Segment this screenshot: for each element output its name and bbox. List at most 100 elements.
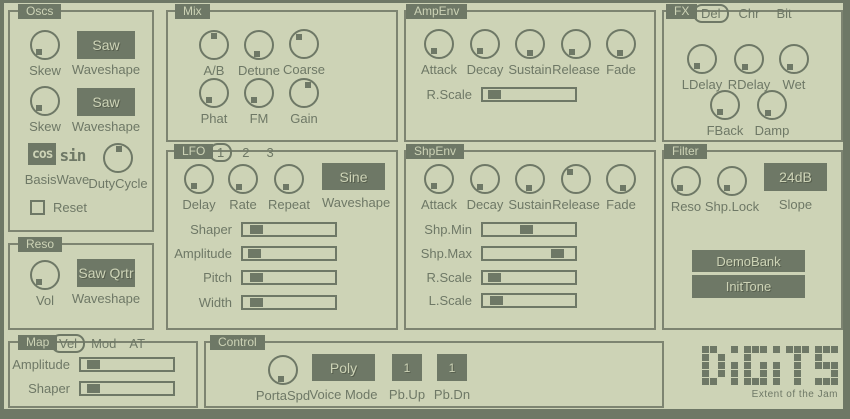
shp-lock-knob[interactable] (717, 166, 747, 196)
osc2-waveshape-button[interactable]: Saw (77, 88, 135, 116)
r-scale-slider[interactable] (481, 87, 577, 102)
knob-label: Attack (421, 197, 457, 212)
wet-knob[interactable] (779, 44, 809, 74)
knob-indicator (620, 185, 626, 191)
sustain-knob[interactable] (515, 164, 545, 194)
vol-knob[interactable] (30, 260, 60, 290)
release-knob[interactable] (561, 29, 591, 59)
shp-min-slider[interactable] (481, 222, 577, 237)
ldelay-knob[interactable] (687, 44, 717, 74)
shaper-slider[interactable] (241, 222, 337, 237)
a-b-knob[interactable] (199, 30, 229, 60)
tab-1[interactable]: 1 (209, 143, 232, 162)
tab-3[interactable]: 3 (264, 145, 275, 160)
attack-knob[interactable] (424, 29, 454, 59)
demobank-button[interactable]: DemoBank (692, 250, 805, 272)
knob-label: Decay (467, 62, 504, 77)
knob-indicator (431, 48, 437, 54)
filter-slope-button[interactable]: 24dB (764, 163, 827, 191)
sin-icon[interactable]: sin (59, 143, 85, 165)
fade-knob[interactable] (606, 164, 636, 194)
rate-knob[interactable] (228, 164, 258, 194)
slider-handle[interactable] (520, 225, 533, 234)
sustain-knob[interactable] (515, 29, 545, 59)
decay-knob[interactable] (470, 164, 500, 194)
knob-indicator (765, 110, 771, 116)
osc1-waveshape-button[interactable]: Saw (77, 31, 135, 59)
slider-handle[interactable] (248, 249, 261, 258)
slider-handle[interactable] (250, 273, 263, 282)
amplitude-slider[interactable] (241, 246, 337, 261)
tab-2[interactable]: 2 (240, 145, 251, 160)
knob-indicator (254, 51, 260, 57)
shaper-slider[interactable] (79, 381, 175, 396)
cos-icon[interactable]: cos (28, 143, 56, 165)
reso-knob[interactable] (671, 166, 701, 196)
shp-max-slider[interactable] (481, 246, 577, 261)
reset-checkbox[interactable] (30, 200, 45, 215)
portaspd-knob[interactable] (268, 355, 298, 385)
knob-label: DutyCycle (88, 176, 147, 191)
lfo-waveshape-button[interactable]: Sine (322, 163, 385, 190)
r-scale-slider[interactable] (481, 270, 577, 285)
l-scale-slider[interactable] (481, 293, 577, 308)
tab-del[interactable]: Del (693, 4, 729, 23)
slider-handle[interactable] (551, 249, 564, 258)
slider-handle[interactable] (250, 298, 263, 307)
logo-letter-d (702, 346, 725, 385)
skew-knob[interactable] (30, 30, 60, 60)
skew-knob[interactable] (30, 86, 60, 116)
slider-handle[interactable] (488, 273, 501, 282)
slider-handle[interactable] (250, 225, 263, 234)
slider-label: R.Scale (406, 270, 472, 285)
pb-dn-button[interactable]: 1 (437, 354, 467, 381)
tab-vel[interactable]: Vel (51, 334, 85, 353)
damp-knob[interactable] (757, 90, 787, 120)
knob-label: Shp.Lock (705, 199, 759, 214)
tab-mod[interactable]: Mod (89, 336, 118, 351)
shp-lock-knob-group: Shp.Lock (704, 166, 760, 214)
fm-knob[interactable] (244, 78, 274, 108)
slider-handle[interactable] (488, 90, 501, 99)
slider-label: R.Scale (406, 87, 472, 102)
coarse-knob[interactable] (289, 29, 319, 59)
knob-label: Gain (290, 111, 317, 126)
repeat-knob[interactable] (274, 164, 304, 194)
panel-filter: Filter 24dB Slope DemoBank InitTone Reso… (662, 150, 843, 330)
decay-knob[interactable] (470, 29, 500, 59)
fback-knob[interactable] (710, 90, 740, 120)
basiswave-control[interactable]: cos sin (28, 143, 85, 165)
release-knob[interactable] (561, 164, 591, 194)
knob-indicator (116, 146, 122, 152)
width-slider[interactable] (241, 295, 337, 310)
slider-handle[interactable] (490, 296, 503, 305)
slider-label: Amplitude (168, 246, 232, 261)
fade-knob[interactable] (606, 29, 636, 59)
voice-mode-button[interactable]: Poly (312, 354, 375, 381)
pitch-slider[interactable] (241, 270, 337, 285)
dutycycle-knob[interactable] (103, 143, 133, 173)
panel-lfo: LFO 123 Sine Waveshape DelayRateRepeatSh… (166, 150, 398, 330)
tab-chr[interactable]: Chr (737, 6, 762, 21)
logo-letter-t (786, 346, 809, 385)
skew-knob-group: Skew (17, 86, 73, 134)
slider-handle[interactable] (87, 384, 100, 393)
phat-knob[interactable] (199, 78, 229, 108)
portaspd-knob-group: PortaSpd (255, 355, 311, 403)
rdelay-knob[interactable] (734, 44, 764, 74)
inittone-button[interactable]: InitTone (692, 275, 805, 298)
delay-knob[interactable] (184, 164, 214, 194)
tab-bit[interactable]: Bit (774, 6, 793, 21)
gain-knob[interactable] (289, 78, 319, 108)
tab-at[interactable]: AT (127, 336, 147, 351)
pitch-slider-row: Pitch (168, 270, 337, 285)
slider-handle[interactable] (87, 360, 100, 369)
digits-logo-letters (695, 346, 838, 385)
amplitude-slider[interactable] (79, 357, 175, 372)
knob-label: Phat (201, 111, 228, 126)
detune-knob[interactable] (244, 30, 274, 60)
pb-up-button[interactable]: 1 (392, 354, 422, 381)
slider-label: Shp.Min (406, 222, 472, 237)
reso-waveshape-button[interactable]: Saw Qrtr (77, 259, 135, 287)
attack-knob[interactable] (424, 164, 454, 194)
